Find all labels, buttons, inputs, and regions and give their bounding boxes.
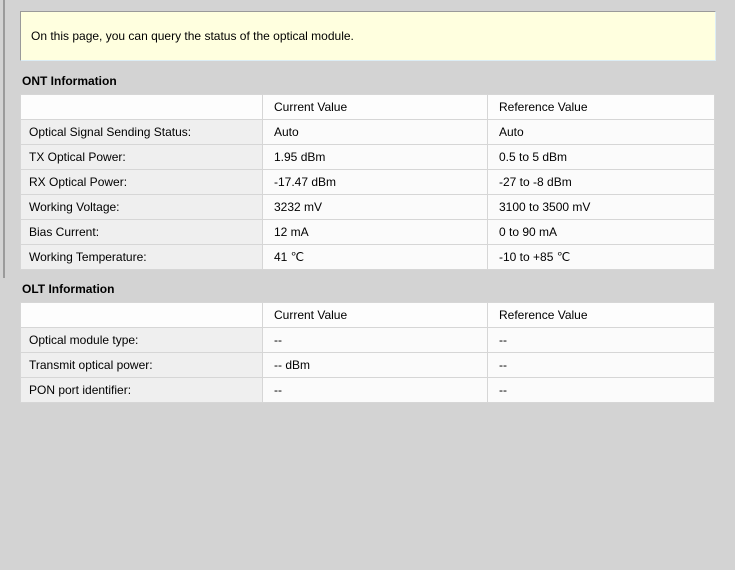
- reference-value-column-header: Reference Value: [488, 303, 715, 328]
- row-label: Working Voltage:: [21, 195, 263, 220]
- current-value-column-header: Current Value: [263, 95, 488, 120]
- current-value-column-header: Current Value: [263, 303, 488, 328]
- row-label: Optical Signal Sending Status:: [21, 120, 263, 145]
- current-value-cell: 1.95 dBm: [263, 145, 488, 170]
- table-row: Working Temperature: 41 ℃ -10 to +85 ℃: [21, 245, 715, 270]
- reference-value-cell: -27 to -8 dBm: [488, 170, 715, 195]
- empty-header-cell: [21, 95, 263, 120]
- row-label: Optical module type:: [21, 328, 263, 353]
- reference-value-cell: --: [488, 353, 715, 378]
- reference-value-column-header: Reference Value: [488, 95, 715, 120]
- row-label: Bias Current:: [21, 220, 263, 245]
- current-value-cell: --: [263, 328, 488, 353]
- table-row: TX Optical Power: 1.95 dBm 0.5 to 5 dBm: [21, 145, 715, 170]
- ont-table-header-row: Current Value Reference Value: [21, 95, 715, 120]
- table-row: Transmit optical power: -- dBm --: [21, 353, 715, 378]
- current-value-cell: --: [263, 378, 488, 403]
- reference-value-cell: 0 to 90 mA: [488, 220, 715, 245]
- row-label: Transmit optical power:: [21, 353, 263, 378]
- info-banner-text: On this page, you can query the status o…: [31, 29, 354, 43]
- current-value-cell: 3232 mV: [263, 195, 488, 220]
- current-value-cell: Auto: [263, 120, 488, 145]
- current-value-cell: 41 ℃: [263, 245, 488, 270]
- table-row: Bias Current: 12 mA 0 to 90 mA: [21, 220, 715, 245]
- ont-information-table: Current Value Reference Value Optical Si…: [20, 94, 715, 270]
- left-frame-divider: [3, 0, 5, 278]
- row-label: PON port identifier:: [21, 378, 263, 403]
- olt-table-header-row: Current Value Reference Value: [21, 303, 715, 328]
- reference-value-cell: -10 to +85 ℃: [488, 245, 715, 270]
- reference-value-cell: 0.5 to 5 dBm: [488, 145, 715, 170]
- olt-information-table: Current Value Reference Value Optical mo…: [20, 302, 715, 403]
- reference-value-cell: --: [488, 378, 715, 403]
- row-label: TX Optical Power:: [21, 145, 263, 170]
- table-row: Optical module type: -- --: [21, 328, 715, 353]
- current-value-cell: -17.47 dBm: [263, 170, 488, 195]
- reference-value-cell: Auto: [488, 120, 715, 145]
- row-label: Working Temperature:: [21, 245, 263, 270]
- info-banner: On this page, you can query the status o…: [20, 11, 716, 61]
- table-row: Working Voltage: 3232 mV 3100 to 3500 mV: [21, 195, 715, 220]
- olt-information-title: OLT Information: [22, 282, 716, 296]
- table-row: Optical Signal Sending Status: Auto Auto: [21, 120, 715, 145]
- ont-information-title: ONT Information: [22, 74, 716, 88]
- current-value-cell: 12 mA: [263, 220, 488, 245]
- current-value-cell: -- dBm: [263, 353, 488, 378]
- table-row: RX Optical Power: -17.47 dBm -27 to -8 d…: [21, 170, 715, 195]
- reference-value-cell: 3100 to 3500 mV: [488, 195, 715, 220]
- reference-value-cell: --: [488, 328, 715, 353]
- row-label: RX Optical Power:: [21, 170, 263, 195]
- optical-module-status-page: On this page, you can query the status o…: [20, 11, 716, 403]
- empty-header-cell: [21, 303, 263, 328]
- table-row: PON port identifier: -- --: [21, 378, 715, 403]
